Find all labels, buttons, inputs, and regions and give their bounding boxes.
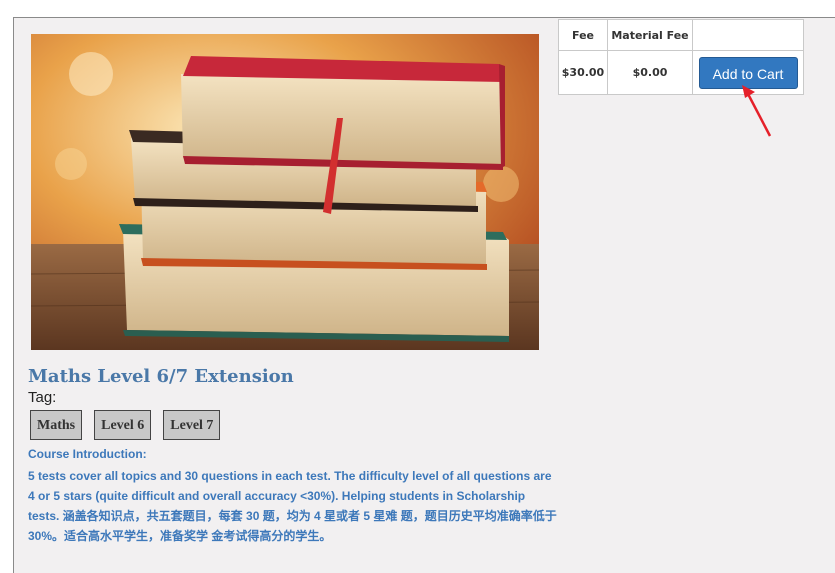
red-arrow-icon	[742, 85, 772, 137]
fee-value: $30.00	[558, 50, 608, 95]
tag-level-7[interactable]: Level 7	[163, 410, 221, 440]
tag-maths[interactable]: Maths	[30, 410, 83, 440]
intro-heading: Course Introduction:	[28, 447, 147, 461]
tag-label: Tag:	[28, 389, 57, 406]
course-image	[31, 34, 539, 350]
action-header	[692, 19, 804, 51]
tag-list: Maths Level 6 Level 7	[30, 410, 221, 440]
fee-header: Fee	[558, 19, 608, 51]
material-fee-value: $0.00	[607, 50, 693, 95]
course-title[interactable]: Maths Level 6/7 Extension	[28, 366, 294, 387]
intro-text: 5 tests cover all topics and 30 question…	[28, 469, 557, 543]
tag-level-6[interactable]: Level 6	[94, 410, 152, 440]
material-fee-header: Material Fee	[607, 19, 693, 51]
